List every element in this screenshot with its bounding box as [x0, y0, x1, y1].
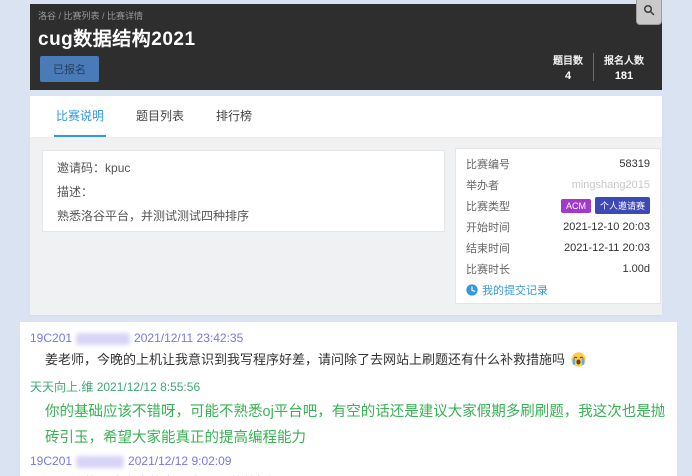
comment-timestamp: 2021/12/11 23:42:35 [134, 331, 243, 345]
comment: 天天向上.维 2021/12/12 8:55:56 你的基础应该不错呀，可能不熟… [30, 379, 667, 451]
info-label: 比赛时长 [466, 261, 510, 277]
stat-registrant-count: 报名人数 181 [594, 52, 654, 82]
contest-type-badges: ACM 个人邀请赛 [557, 197, 650, 214]
comment-text: 你的基础应该不错呀，可能不熟悉oj平台吧，有空的话还是建议大家假期多刷刷题，我这… [45, 399, 667, 451]
comment-header: 天天向上.维 2021/12/12 8:55:56 [30, 379, 667, 395]
info-row-contest-type: 比赛类型 ACM 个人邀请赛 [456, 195, 660, 216]
contest-header: 洛谷 / 比赛列表 / 比赛详情 cug数据结构2021 已报名 题目数 4 报… [30, 4, 662, 90]
info-row-duration: 比赛时长 1.00d [456, 258, 660, 279]
stat-label: 题目数 [553, 52, 583, 67]
info-label: 结束时间 [466, 240, 510, 256]
search-button[interactable] [636, 0, 662, 25]
invite-code-value: kpuc [105, 161, 130, 175]
info-row-end-time: 结束时间 2021-12-11 20:03 [456, 237, 660, 258]
comment: 19C2012021/12/12 9:02:09 嗯嗯好的，这次真的点醒我了，谢… [30, 453, 667, 476]
crying-face-emoji-icon [567, 355, 586, 370]
page-title: cug数据结构2021 [38, 24, 196, 51]
contest-page: 洛谷 / 比赛列表 / 比赛详情 cug数据结构2021 已报名 题目数 4 报… [0, 0, 692, 476]
comment: 19C201 2021/12/11 23:42:35 姜老师，今晚的上机让我意识到… [30, 330, 667, 372]
comment-text: 姜老师，今晚的上机让我意识到我写程序好差，请问除了去网站上刷题还有什么补救措施吗 [45, 351, 667, 372]
redacted-name [76, 333, 130, 345]
start-time-value: 2021-12-10 20:03 [563, 221, 650, 233]
invite-contest-badge: 个人邀请赛 [595, 197, 650, 214]
description-label-row: 描述： [57, 185, 430, 200]
comment-timestamp: 2021/12/12 9:02:09 [128, 454, 231, 468]
comments-section: 19C201 2021/12/11 23:42:35 姜老师，今晚的上机让我意识到… [20, 322, 677, 476]
info-row-submissions: 我的提交记录 [456, 279, 660, 300]
description-text: 熟悉洛谷平台，并测试测试四种排序 [57, 209, 430, 224]
info-label: 比赛编号 [466, 156, 510, 172]
comment-author[interactable]: 19C201 [30, 331, 72, 345]
info-label: 举办者 [466, 177, 499, 193]
end-time-value: 2021-12-11 20:03 [564, 242, 650, 254]
my-submissions-label: 我的提交记录 [482, 282, 548, 298]
info-row-organizer: 举办者 mingshang2015 [456, 174, 660, 195]
organizer-value[interactable]: mingshang2015 [572, 179, 650, 191]
comment-author[interactable]: 天天向上.维 [30, 380, 93, 394]
tab-content: 邀请码：kpuc 描述： 熟悉洛谷平台，并测试测试四种排序 比赛编号 58319… [30, 138, 662, 315]
tab-bar: 比赛说明 题目列表 排行榜 [30, 96, 662, 138]
breadcrumb[interactable]: 洛谷 / 比赛列表 / 比赛详情 [38, 9, 143, 22]
header-stats: 题目数 4 报名人数 181 [543, 52, 654, 82]
stat-label: 报名人数 [604, 52, 644, 67]
my-submissions-link[interactable]: 我的提交记录 [466, 282, 548, 298]
comment-header: 19C201 2021/12/12 9:02:09 [30, 453, 667, 469]
clock-icon [466, 284, 478, 296]
info-row-start-time: 开始时间 2021-12-10 20:03 [456, 216, 660, 237]
info-label: 比赛类型 [466, 198, 510, 214]
contest-id-value: 58319 [619, 158, 650, 170]
acm-badge: ACM [561, 199, 591, 213]
comment-header: 19C201 2021/12/11 23:42:35 [30, 330, 667, 346]
tab-contest-description[interactable]: 比赛说明 [54, 96, 106, 137]
comment-text-content: 姜老师，今晚的上机让我意识到我写程序好差，请问除了去网站上刷题还有什么补救措施吗 [45, 352, 565, 367]
redacted-name [76, 456, 124, 468]
description-card: 邀请码：kpuc 描述： 熟悉洛谷平台，并测试测试四种排序 [42, 150, 445, 232]
comment-timestamp: 2021/12/12 8:55:56 [97, 380, 200, 394]
stat-problem-count: 题目数 4 [543, 52, 593, 82]
registered-button[interactable]: 已报名 [40, 56, 99, 82]
duration-value: 1.00d [622, 263, 650, 275]
contest-info-panel: 比赛编号 58319 举办者 mingshang2015 比赛类型 ACM 个人邀… [455, 148, 661, 304]
info-label: 开始时间 [466, 219, 510, 235]
tab-ranking[interactable]: 排行榜 [214, 96, 254, 137]
invite-code-row: 邀请码：kpuc [57, 161, 430, 176]
stat-value: 4 [553, 70, 583, 82]
stat-value: 181 [604, 70, 644, 82]
contest-detail-card: 比赛说明 题目列表 排行榜 邀请码：kpuc 描述： 熟悉洛谷平台，并测试测试四… [30, 96, 662, 315]
info-row-contest-id: 比赛编号 58319 [456, 153, 660, 174]
search-icon [643, 3, 655, 21]
invite-code-label: 邀请码： [57, 161, 105, 175]
tab-problem-list[interactable]: 题目列表 [134, 96, 186, 137]
comment-author[interactable]: 19C201 [30, 454, 72, 468]
